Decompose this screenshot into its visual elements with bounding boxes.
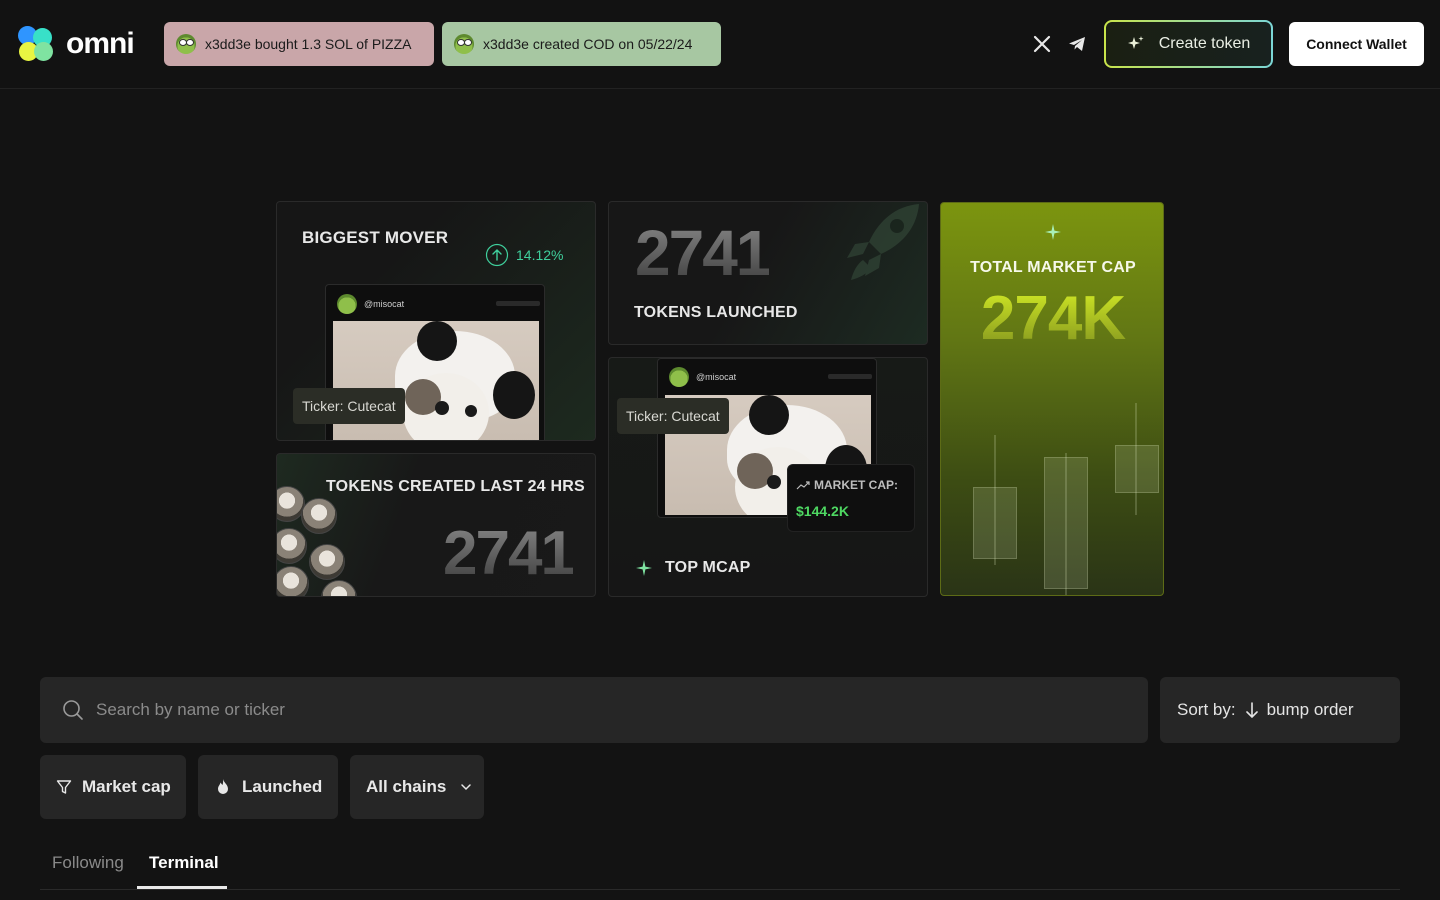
top-mcap-card[interactable]: @misocat Ticker: Cutecat MARKET CAP: $14… — [608, 357, 928, 597]
pepe-avatar-icon — [669, 367, 689, 387]
token-coin-icon — [301, 498, 337, 534]
create-token-button[interactable]: Create token — [1104, 20, 1273, 68]
brand-name: omni — [66, 27, 135, 60]
tokens-launched-value: 2741 — [635, 217, 771, 289]
arrow-up-circle-icon — [485, 243, 509, 267]
market-cap-label: MARKET CAP: — [814, 478, 898, 492]
rocket-icon — [847, 204, 919, 280]
top-navbar: omni x3dd3e bought 1.3 SOL of PIZZA x3dd… — [0, 0, 1440, 89]
activity-ticker-buy[interactable]: x3dd3e bought 1.3 SOL of PIZZA — [164, 22, 434, 66]
tab-following[interactable]: Following — [52, 853, 124, 873]
candlestick-icon — [973, 487, 1017, 559]
chevron-down-icon — [461, 784, 472, 791]
market-cap-popover: MARKET CAP: $144.2K — [787, 464, 915, 532]
pepe-avatar-icon — [454, 34, 474, 54]
brand-logo[interactable]: omni — [18, 26, 135, 62]
biggest-mover-card[interactable]: BIGGEST MOVER @misocat Ticker: Cutecat — [276, 201, 596, 441]
activity-ticker-text: x3dd3e bought 1.3 SOL of PIZZA — [205, 36, 412, 52]
connect-wallet-button[interactable]: Connect Wallet — [1289, 22, 1424, 66]
sparkle-icon — [1127, 36, 1144, 49]
create-token-label: Create token — [1158, 35, 1251, 52]
pepe-avatar-icon — [337, 294, 357, 314]
x-icon[interactable] — [1031, 33, 1053, 55]
tokens-created-value: 2741 — [443, 519, 575, 588]
feed-tabs: Following Terminal — [40, 845, 1400, 890]
top-mcap-label: TOP MCAP — [665, 559, 751, 576]
search-bar[interactable] — [40, 677, 1148, 743]
sparkle-icon — [1045, 224, 1061, 240]
market-cap-filter-button[interactable]: Market cap — [40, 755, 186, 819]
active-tab-indicator — [137, 886, 227, 889]
chains-dropdown[interactable]: All chains — [350, 755, 484, 819]
token-coin-icon — [321, 580, 357, 596]
ticker-tag: Ticker: Cutecat — [293, 388, 405, 424]
candlestick-icon — [1044, 457, 1088, 589]
total-market-cap-label: TOTAL MARKET CAP — [970, 259, 1136, 276]
sort-value: bump order — [1266, 700, 1354, 719]
biggest-mover-title: BIGGEST MOVER — [302, 228, 449, 247]
ticker-tag: Ticker: Cutecat — [617, 398, 729, 434]
filter-funnel-icon — [56, 780, 72, 794]
market-cap-filter-label: Market cap — [82, 777, 171, 796]
launched-filter-button[interactable]: Launched — [198, 755, 338, 819]
token-coin-icon — [277, 566, 309, 596]
logo-icon — [18, 26, 54, 62]
activity-ticker-create[interactable]: x3dd3e created COD on 05/22/24 — [442, 22, 721, 66]
trend-up-icon — [796, 481, 810, 490]
flame-icon — [218, 779, 228, 794]
tokens-launched-card: 2741 TOKENS LAUNCHED — [608, 201, 928, 345]
market-cap-value: $144.2K — [796, 503, 849, 519]
launched-filter-label: Launched — [242, 777, 323, 796]
activity-ticker-text: x3dd3e created COD on 05/22/24 — [483, 36, 693, 52]
tokens-launched-label: TOKENS LAUNCHED — [634, 304, 798, 321]
tab-terminal[interactable]: Terminal — [149, 853, 219, 873]
tokens-created-label: TOKENS CREATED LAST 24 HRS — [326, 478, 585, 495]
token-coin-icon — [309, 544, 345, 580]
sparkle-icon — [636, 560, 652, 576]
search-icon — [63, 700, 83, 720]
sort-dropdown[interactable]: Sort by: bump order — [1160, 677, 1400, 743]
telegram-icon[interactable] — [1066, 33, 1088, 55]
pepe-avatar-icon — [176, 34, 196, 54]
post-handle: @misocat — [696, 372, 737, 382]
price-change-indicator: 14.12% — [485, 243, 563, 267]
total-market-cap-value: 274K — [941, 283, 1163, 354]
post-handle: @misocat — [364, 299, 405, 309]
sort-label: Sort by: — [1177, 700, 1236, 719]
search-input[interactable] — [96, 700, 996, 720]
token-coin-icon — [277, 528, 307, 564]
candlestick-icon — [1115, 445, 1159, 493]
tokens-created-24h-card: TOKENS CREATED LAST 24 HRS 2741 — [276, 453, 596, 597]
arrow-down-icon — [1245, 702, 1258, 718]
chains-dropdown-label: All chains — [366, 777, 447, 796]
price-change-value: 14.12% — [516, 247, 564, 263]
total-market-cap-card: TOTAL MARKET CAP 274K — [940, 202, 1164, 596]
